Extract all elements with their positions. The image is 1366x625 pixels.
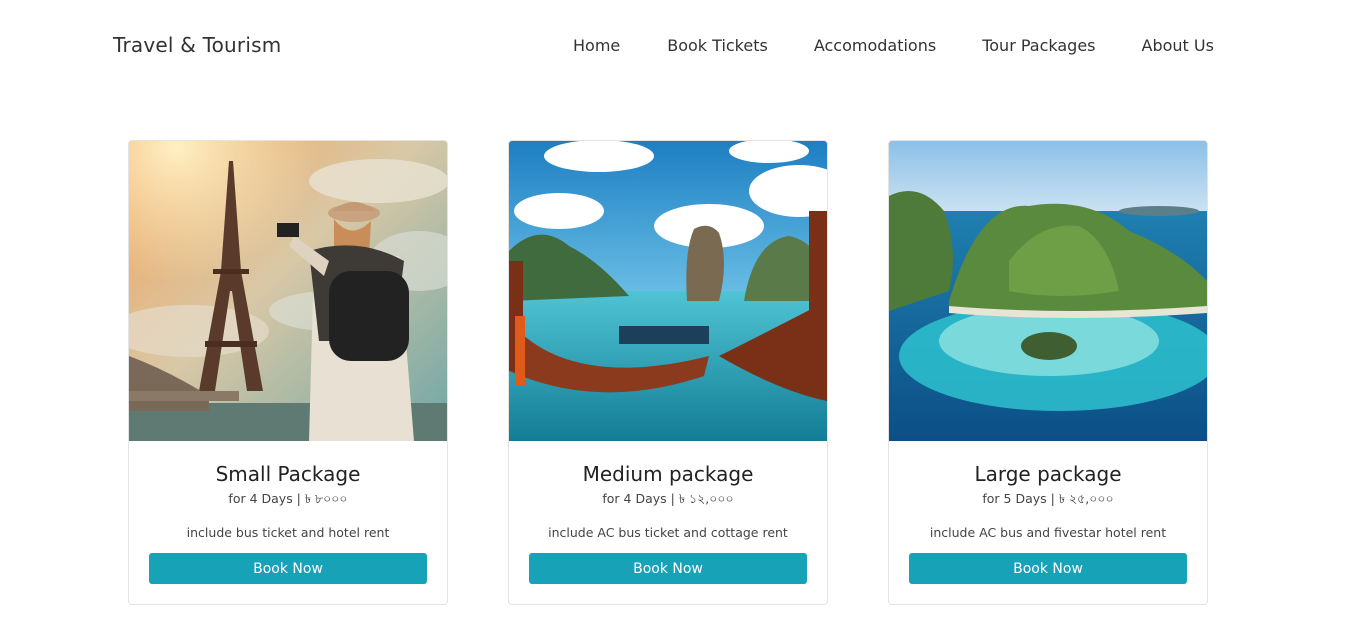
book-now-button[interactable]: Book Now: [149, 553, 427, 584]
package-card-small: Small Package for 4 Days | ৳ ৮০০০ includ…: [128, 140, 448, 605]
island-photo: [889, 141, 1207, 441]
package-image-paris: [129, 141, 447, 441]
nav-link-home[interactable]: Home: [573, 36, 620, 55]
package-title: Large package: [974, 462, 1122, 486]
package-card-large: Large package for 5 Days | ৳ ২৫,০০০ incl…: [888, 140, 1208, 605]
main-nav: Home Book Tickets Accomodations Tour Pac…: [573, 36, 1214, 55]
nav-item-book-tickets: Book Tickets: [667, 36, 768, 55]
nav-link-tour-packages[interactable]: Tour Packages: [982, 36, 1095, 55]
book-now-button[interactable]: Book Now: [909, 553, 1187, 584]
package-description: include AC bus and fivestar hotel rent: [929, 525, 1167, 540]
paris-photo: [129, 141, 447, 441]
package-title: Small Package: [215, 462, 361, 486]
brand-logo[interactable]: Travel & Tourism: [113, 33, 281, 57]
package-description: include bus ticket and hotel rent: [186, 525, 390, 540]
package-image-island: [889, 141, 1207, 441]
package-card-medium: Medium package for 4 Days | ৳ ১২,০০০ inc…: [508, 140, 828, 605]
package-duration-price: for 5 Days | ৳ ২৫,০০০: [982, 491, 1114, 506]
navbar: Travel & Tourism Home Book Tickets Accom…: [0, 0, 1366, 92]
boats-photo: [509, 141, 827, 441]
package-title: Medium package: [582, 462, 754, 486]
nav-link-accomodations[interactable]: Accomodations: [814, 36, 936, 55]
book-now-button[interactable]: Book Now: [529, 553, 807, 584]
package-image-boats: [509, 141, 827, 441]
package-duration-price: for 4 Days | ৳ ১২,০০০: [602, 491, 734, 506]
package-duration-price: for 4 Days | ৳ ৮০০০: [228, 491, 348, 506]
package-description: include AC bus ticket and cottage rent: [548, 525, 788, 540]
nav-item-tour-packages: Tour Packages: [982, 36, 1095, 55]
nav-link-book-tickets[interactable]: Book Tickets: [667, 36, 768, 55]
nav-item-about-us: About Us: [1142, 36, 1214, 55]
nav-item-home: Home: [573, 36, 620, 55]
nav-item-accomodations: Accomodations: [814, 36, 936, 55]
nav-link-about-us[interactable]: About Us: [1142, 36, 1214, 55]
